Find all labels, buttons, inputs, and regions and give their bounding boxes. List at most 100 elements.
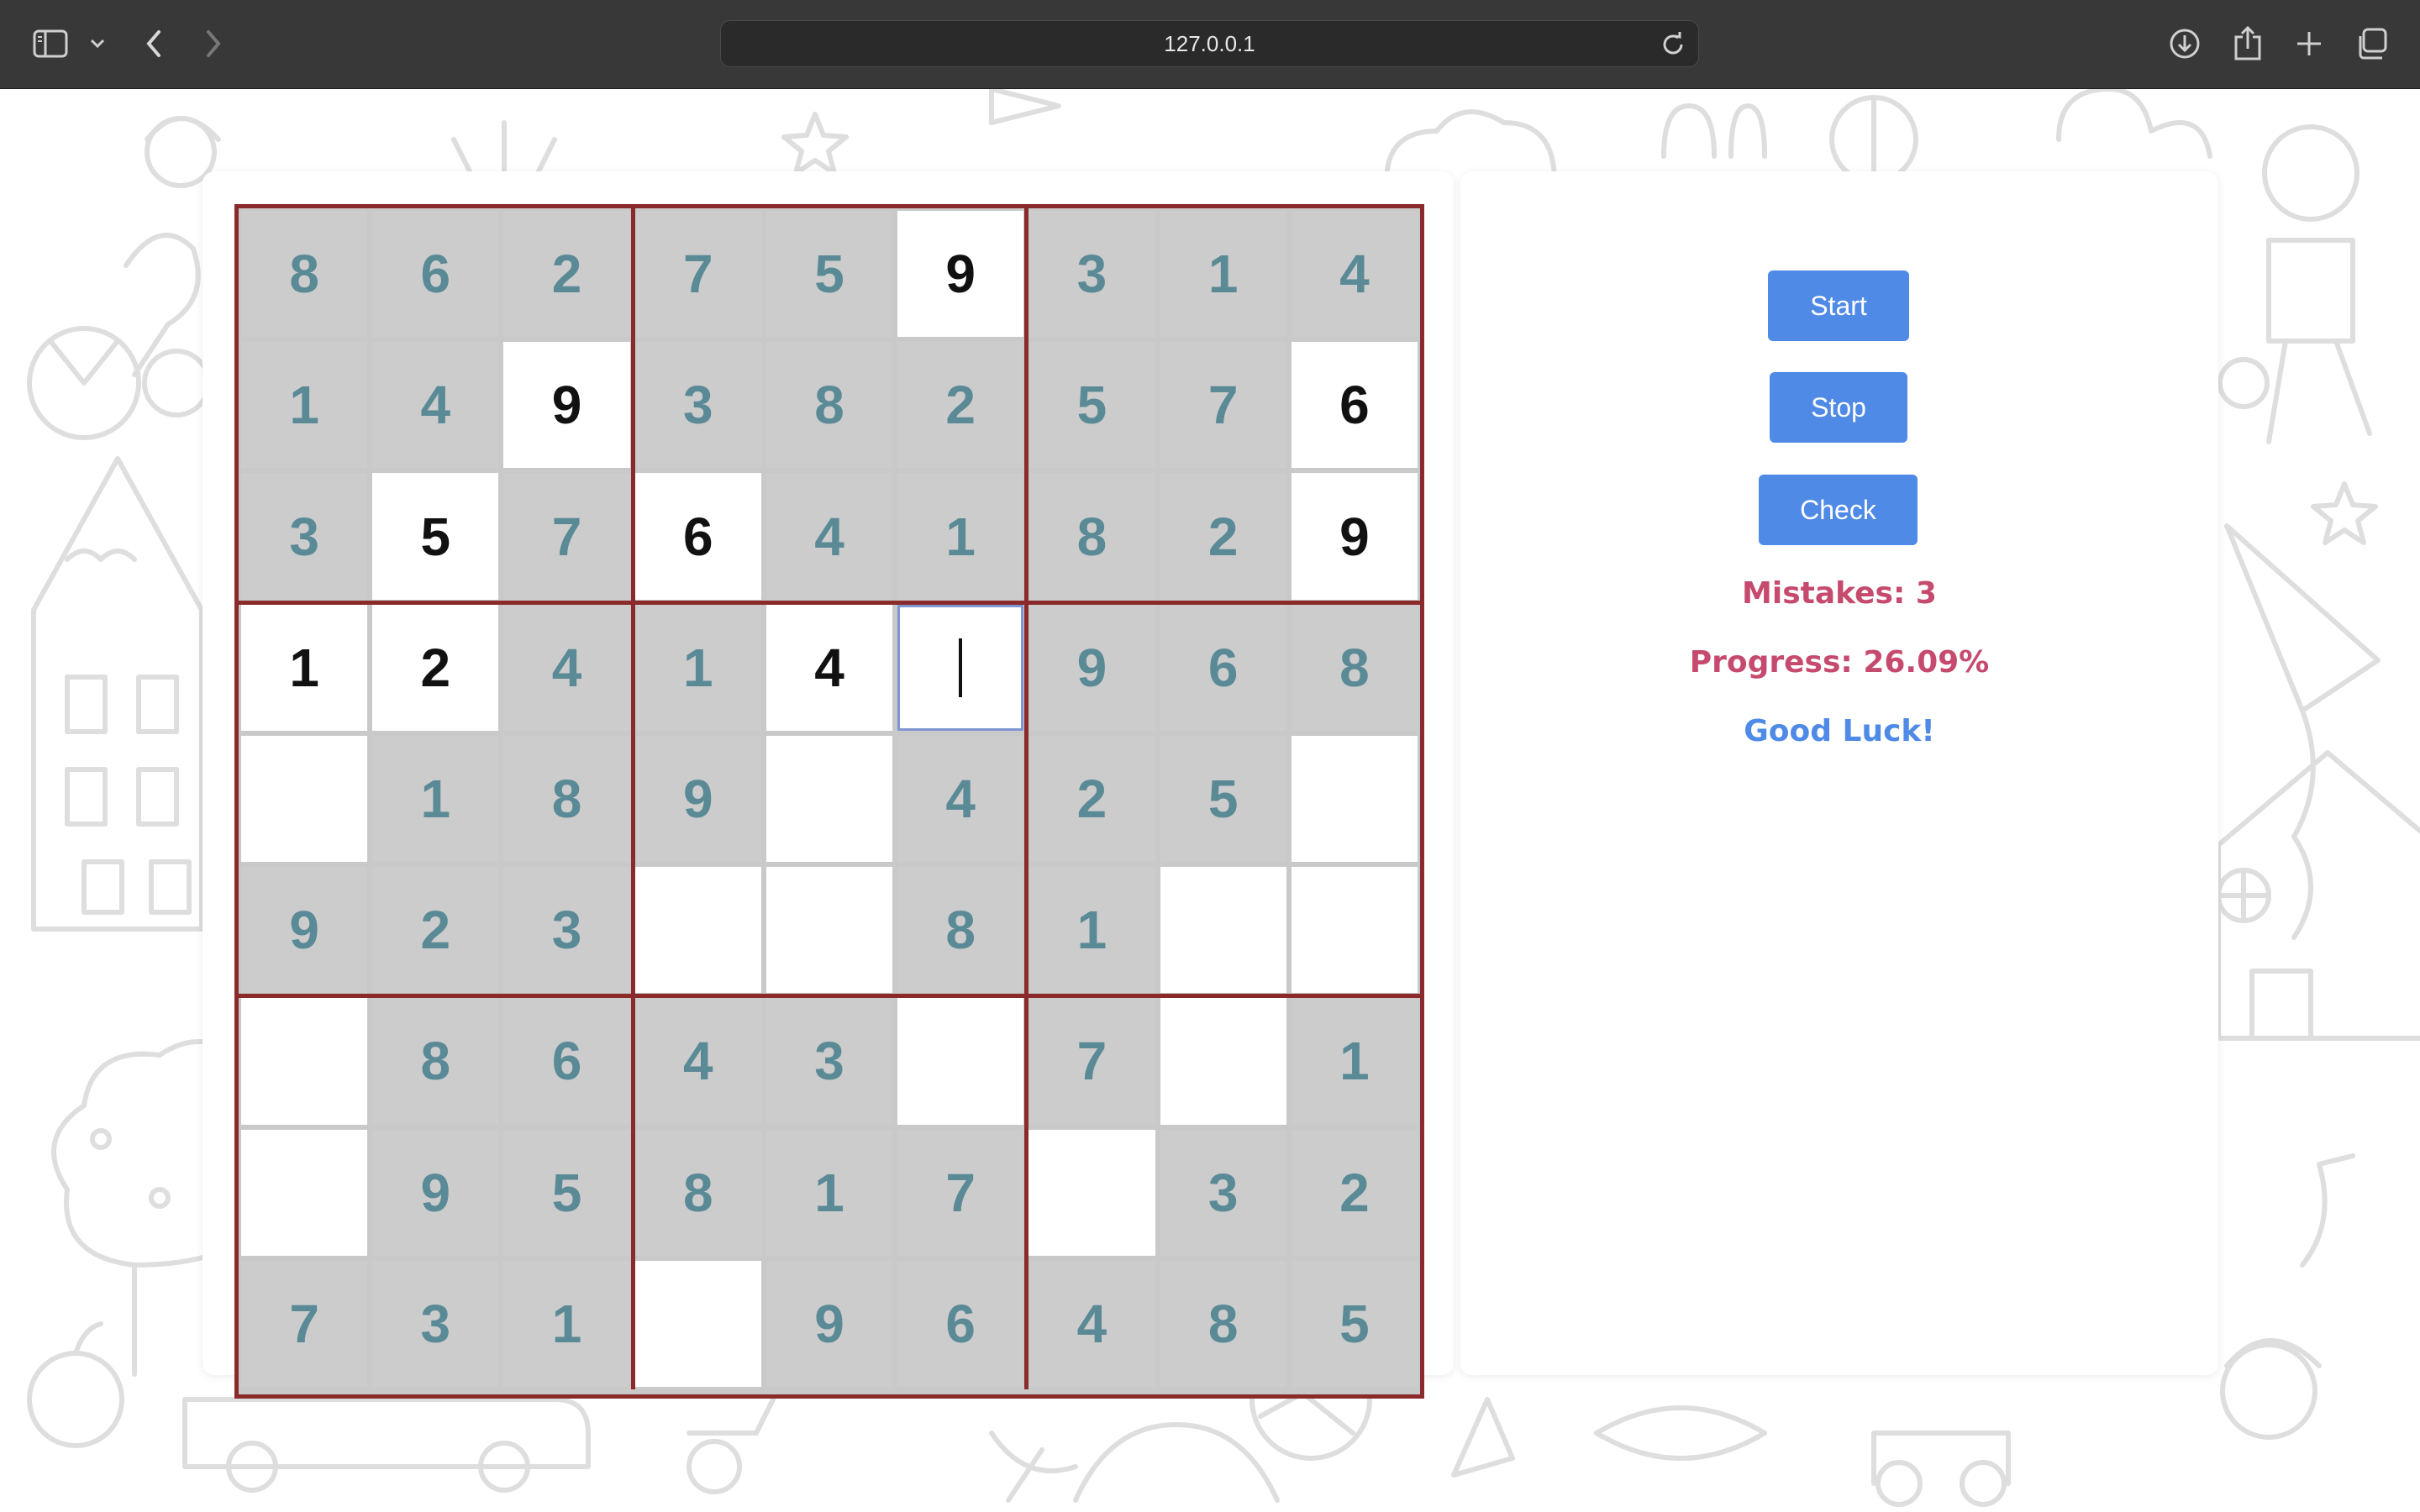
sudoku-cell[interactable]: 4 bbox=[765, 604, 893, 731]
start-button[interactable]: Start bbox=[1768, 270, 1909, 341]
sudoku-cell: 1 bbox=[1160, 211, 1286, 338]
mistakes-counter: Mistakes: 3 bbox=[1742, 576, 1937, 611]
sudoku-cell: 2 bbox=[897, 342, 1024, 469]
sudoku-cell[interactable]: 6 bbox=[634, 473, 761, 600]
sudoku-cell: 7 bbox=[503, 473, 630, 600]
box-divider-vertical bbox=[630, 208, 635, 1389]
sudoku-cell: 5 bbox=[1160, 735, 1286, 863]
browser-toolbar: 127.0.0.1 bbox=[0, 0, 2420, 89]
sudoku-cell[interactable] bbox=[241, 1129, 368, 1256]
selected-cell-input[interactable] bbox=[897, 604, 1024, 731]
sudoku-cell: 7 bbox=[241, 1260, 368, 1387]
sudoku-board: 8627593141493825763576418291241496818942… bbox=[234, 204, 1424, 1399]
sudoku-cell[interactable]: 2 bbox=[372, 604, 499, 731]
sudoku-cell: 6 bbox=[372, 211, 499, 338]
sudoku-cell: 4 bbox=[634, 998, 761, 1125]
sudoku-cell: 3 bbox=[1160, 1129, 1286, 1256]
sudoku-cell: 3 bbox=[372, 1260, 499, 1387]
page-background: 8627593141493825763576418291241496818942… bbox=[0, 89, 2420, 1512]
sudoku-cell: 1 bbox=[1291, 998, 1418, 1125]
reload-icon[interactable] bbox=[1658, 29, 1688, 60]
sudoku-cell: 8 bbox=[897, 867, 1024, 994]
sudoku-cell: 3 bbox=[1028, 211, 1155, 338]
url-text: 127.0.0.1 bbox=[1164, 30, 1255, 56]
tab-overview-icon[interactable] bbox=[2346, 18, 2396, 69]
sudoku-cell: 1 bbox=[634, 604, 761, 731]
sudoku-cell[interactable] bbox=[241, 998, 368, 1125]
sudoku-cell: 8 bbox=[634, 1129, 761, 1256]
sudoku-cell: 1 bbox=[503, 1260, 630, 1387]
sudoku-cell: 8 bbox=[1291, 604, 1418, 731]
sudoku-cell: 8 bbox=[503, 735, 630, 863]
sudoku-cell: 1 bbox=[372, 735, 499, 863]
sudoku-cell: 9 bbox=[765, 1260, 893, 1387]
sudoku-cell: 8 bbox=[372, 998, 499, 1125]
sudoku-cell: 4 bbox=[1291, 211, 1418, 338]
sudoku-cell: 3 bbox=[503, 867, 630, 994]
back-icon[interactable] bbox=[129, 18, 179, 69]
sudoku-cell[interactable] bbox=[1291, 735, 1418, 863]
sudoku-cell[interactable]: 6 bbox=[1291, 342, 1418, 469]
sudoku-cell: 9 bbox=[372, 1129, 499, 1256]
sudoku-cell[interactable] bbox=[1291, 867, 1418, 994]
sudoku-cell: 7 bbox=[1160, 342, 1286, 469]
controls-panel bbox=[1460, 171, 2218, 1375]
sudoku-cell: 3 bbox=[634, 342, 761, 469]
sudoku-cell: 7 bbox=[634, 211, 761, 338]
sudoku-cell[interactable] bbox=[634, 867, 761, 994]
forward-icon[interactable] bbox=[188, 18, 239, 69]
sudoku-cell: 6 bbox=[503, 998, 630, 1125]
sudoku-cell: 9 bbox=[634, 735, 761, 863]
sudoku-cell: 2 bbox=[1028, 735, 1155, 863]
sudoku-cell: 9 bbox=[241, 867, 368, 994]
sudoku-cell: 5 bbox=[1291, 1260, 1418, 1387]
sudoku-cell: 4 bbox=[765, 473, 893, 600]
sidebar-toggle-icon[interactable] bbox=[25, 18, 76, 69]
sudoku-cell: 8 bbox=[241, 211, 368, 338]
box-divider-horizontal bbox=[239, 600, 1420, 605]
sudoku-cell: 1 bbox=[241, 342, 368, 469]
sudoku-cell[interactable]: 9 bbox=[1291, 473, 1418, 600]
check-button[interactable]: Check bbox=[1759, 475, 1918, 545]
sudoku-cell: 1 bbox=[1028, 867, 1155, 994]
sudoku-cell[interactable] bbox=[634, 1260, 761, 1387]
sudoku-cell: 4 bbox=[897, 735, 1024, 863]
sudoku-cell[interactable]: 9 bbox=[897, 211, 1024, 338]
sudoku-cell[interactable] bbox=[765, 735, 893, 863]
sudoku-cell[interactable] bbox=[1160, 998, 1286, 1125]
sudoku-cell: 5 bbox=[765, 211, 893, 338]
sudoku-cell: 6 bbox=[1160, 604, 1286, 731]
sudoku-cell: 5 bbox=[1028, 342, 1155, 469]
sudoku-cell[interactable] bbox=[1028, 1129, 1155, 1256]
share-icon[interactable] bbox=[2223, 18, 2273, 69]
sudoku-cell: 7 bbox=[897, 1129, 1024, 1256]
sudoku-cell: 3 bbox=[765, 998, 893, 1125]
sudoku-cell: 7 bbox=[1028, 998, 1155, 1125]
box-divider-vertical bbox=[1024, 208, 1029, 1389]
sudoku-cell: 8 bbox=[1160, 1260, 1286, 1387]
sudoku-cell: 4 bbox=[1028, 1260, 1155, 1387]
chevron-down-icon[interactable] bbox=[72, 18, 123, 69]
progress-indicator: Progress: 26.09% bbox=[1689, 645, 1990, 680]
sudoku-cell: 1 bbox=[765, 1129, 893, 1256]
sudoku-cell: 9 bbox=[1028, 604, 1155, 731]
address-bar[interactable]: 127.0.0.1 bbox=[720, 20, 1699, 67]
sudoku-cell[interactable]: 9 bbox=[503, 342, 630, 469]
text-caret bbox=[959, 638, 963, 697]
sudoku-cell: 8 bbox=[1028, 473, 1155, 600]
sudoku-cell[interactable] bbox=[241, 735, 368, 863]
sudoku-cell: 2 bbox=[372, 867, 499, 994]
sudoku-cell: 4 bbox=[372, 342, 499, 469]
download-icon[interactable] bbox=[2160, 18, 2210, 69]
status-message: Good Luck! bbox=[1744, 714, 1935, 748]
sudoku-cell: 3 bbox=[241, 473, 368, 600]
sudoku-cell[interactable]: 5 bbox=[372, 473, 499, 600]
sudoku-cell[interactable]: 1 bbox=[241, 604, 368, 731]
sudoku-cell: 2 bbox=[1291, 1129, 1418, 1256]
sudoku-cell[interactable] bbox=[765, 867, 893, 994]
sudoku-cell[interactable] bbox=[1160, 867, 1286, 994]
sudoku-cell[interactable] bbox=[897, 998, 1024, 1125]
stop-button[interactable]: Stop bbox=[1770, 372, 1907, 443]
new-tab-icon[interactable] bbox=[2284, 18, 2334, 69]
sudoku-cell: 8 bbox=[765, 342, 893, 469]
